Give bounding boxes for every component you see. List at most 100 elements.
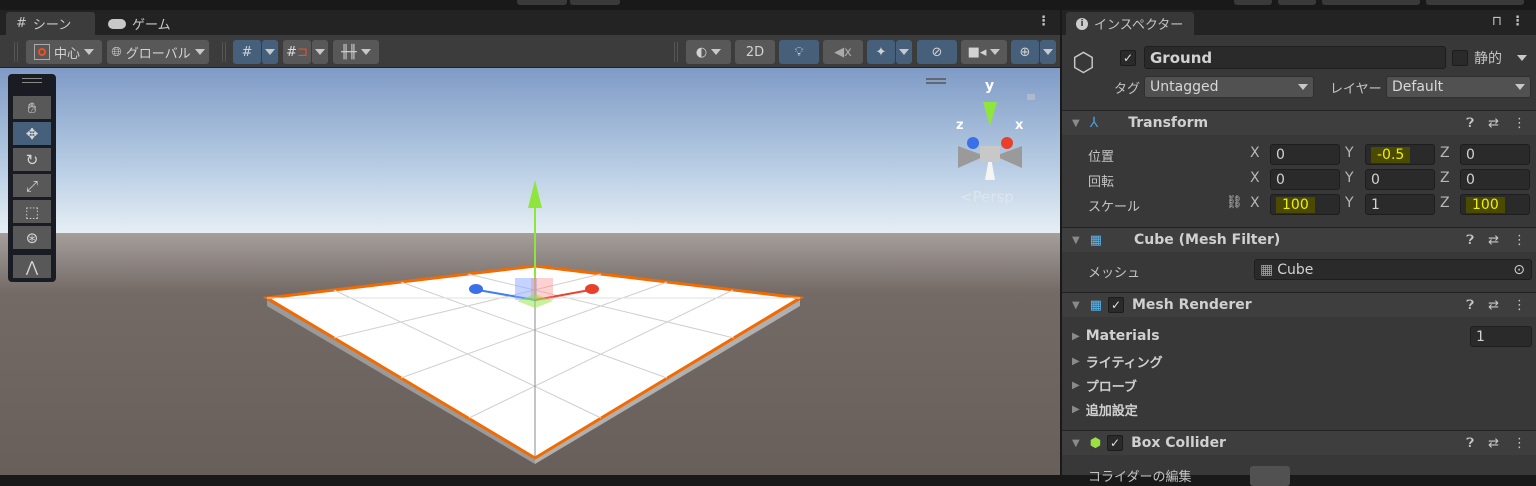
scale-z-input[interactable]: 100 xyxy=(1460,194,1530,215)
more-menu-icon[interactable]: ⋮ xyxy=(1513,116,1526,131)
rotate-tool[interactable]: ↻ xyxy=(13,148,51,171)
more-menu-icon[interactable]: ⋮ xyxy=(1513,298,1526,313)
more-menu-icon[interactable]: ⋮ xyxy=(1513,233,1526,248)
help-icon[interactable]: ❓︎ xyxy=(1466,436,1474,451)
help-icon[interactable]: ❓︎ xyxy=(1466,298,1474,313)
help-icon[interactable]: ❓︎ xyxy=(1466,116,1474,131)
toolbar-button[interactable] xyxy=(1322,0,1420,5)
projection-toggle[interactable]: <Persp xyxy=(960,188,1014,206)
audio-toggle[interactable]: ◀x xyxy=(823,40,863,64)
grid-snap-dropdown[interactable] xyxy=(262,40,278,64)
scale-y-input[interactable]: 1 xyxy=(1365,194,1435,215)
lighting-toggle[interactable]: 💡︎ xyxy=(779,40,819,64)
more-menu-icon[interactable]: ⋮ xyxy=(1037,14,1050,29)
toolbar-button[interactable] xyxy=(570,0,620,5)
mesh-renderer-header[interactable]: ▼ ▦ ✓ Mesh Renderer ❓︎ ⇄ ⋮ xyxy=(1062,292,1536,317)
rotation-z-input[interactable]: 0 xyxy=(1460,169,1530,190)
effects-dropdown[interactable] xyxy=(896,40,912,64)
inspector-panel: i インスペクター ⊓ ⋮ ⬡ ✓ Ground 静的 タグ Untagged … xyxy=(1062,10,1536,486)
hand-icon: ✋︎ xyxy=(27,98,37,117)
snap-toggle[interactable]: #⊐ xyxy=(283,40,311,64)
mesh-object-field[interactable]: ▦ Cube ⊙ xyxy=(1254,259,1532,280)
preset-icon[interactable]: ⇄ xyxy=(1488,436,1499,451)
foldout-triangle-icon[interactable]: ▼ xyxy=(1072,438,1080,449)
enabled-checkbox[interactable]: ✓ xyxy=(1107,435,1124,451)
rect-tool[interactable]: ⬚ xyxy=(13,200,51,223)
drag-handle[interactable] xyxy=(222,42,226,62)
help-icon[interactable]: ❓︎ xyxy=(1466,233,1474,248)
scene-viewport[interactable]: y x z <Persp ✋︎ ✥ ↻ ⤢ ⬚ ⊛ ⋀ xyxy=(0,68,1060,475)
section-foldout[interactable]: ▶ ライティング xyxy=(1072,352,1163,371)
rotation-y-input[interactable]: 0 xyxy=(1365,169,1435,190)
static-checkbox[interactable] xyxy=(1452,50,1468,66)
constrain-proportions-icon[interactable]: ⛓︎ xyxy=(1226,195,1243,210)
custom-tool[interactable]: ⋀ xyxy=(13,255,51,278)
drag-handle[interactable] xyxy=(22,78,42,83)
scale-tool[interactable]: ⤢ xyxy=(13,174,51,197)
gizmos-toggle[interactable]: ⊕ xyxy=(1011,40,1039,64)
tab-inspector[interactable]: i インスペクター xyxy=(1066,12,1194,35)
mesh-icon: ▦ xyxy=(1260,261,1274,278)
foldout-triangle-icon[interactable]: ▼ xyxy=(1072,235,1080,246)
toolbar-button[interactable] xyxy=(1426,0,1524,5)
transform-tool[interactable]: ⊛ xyxy=(13,226,51,249)
effects-toggle[interactable]: ✦ xyxy=(867,40,895,64)
edit-collider-button[interactable] xyxy=(1250,466,1290,486)
materials-foldout[interactable]: ▶ Materials xyxy=(1072,328,1160,344)
pivot-label: 中心 xyxy=(53,46,80,62)
chevron-down-icon xyxy=(1517,55,1527,61)
drag-handle[interactable] xyxy=(674,42,678,62)
hand-tool[interactable]: ✋︎ xyxy=(13,96,51,119)
move-x-arrow[interactable] xyxy=(585,284,599,294)
toolbar-button[interactable] xyxy=(517,0,567,5)
foldout-triangle-icon[interactable]: ▼ xyxy=(1072,118,1080,129)
draw-mode-dropdown[interactable]: ◐ xyxy=(686,40,731,64)
space-dropdown[interactable]: 🌐︎ グローバル xyxy=(107,40,209,64)
tab-scene[interactable]: # シーン xyxy=(6,12,95,35)
mesh-filter-header[interactable]: ▼ ▦ Cube (Mesh Filter) ❓︎ ⇄ ⋮ xyxy=(1062,227,1536,252)
lock-icon[interactable]: ⊓ xyxy=(1492,14,1502,29)
visibility-toggle[interactable]: ⊘ xyxy=(917,40,957,64)
position-x-input[interactable]: 0 xyxy=(1270,144,1340,165)
rotation-x-input[interactable]: 0 xyxy=(1270,169,1340,190)
tab-game[interactable]: ゲーム xyxy=(98,12,181,35)
active-checkbox[interactable]: ✓ xyxy=(1120,50,1136,66)
box-collider-header[interactable]: ▼ ⬢ ✓ Box Collider ❓︎ ⇄ ⋮ xyxy=(1062,430,1536,455)
section-foldout[interactable]: ▶ 追加設定 xyxy=(1072,400,1138,419)
drag-handle[interactable] xyxy=(14,42,18,62)
move-z-arrow[interactable] xyxy=(469,284,483,294)
preset-icon[interactable]: ⇄ xyxy=(1488,298,1499,313)
snap-dropdown[interactable] xyxy=(312,40,328,64)
transform-header[interactable]: ▼ ⅄ Transform ❓︎ ⇄ ⋮ xyxy=(1062,110,1536,135)
camera-dropdown[interactable]: ■◂ xyxy=(961,40,1007,64)
static-dropdown[interactable] xyxy=(1517,50,1527,65)
preset-icon[interactable]: ⇄ xyxy=(1488,233,1499,248)
2d-toggle[interactable]: 2D xyxy=(735,40,775,64)
gameobject-cube-icon[interactable]: ⬡ xyxy=(1072,48,1095,78)
foldout-triangle-icon[interactable]: ▼ xyxy=(1072,300,1080,311)
preset-icon[interactable]: ⇄ xyxy=(1488,116,1499,131)
more-menu-icon[interactable]: ⋮ xyxy=(1513,436,1526,451)
camera-icon: ■◂ xyxy=(967,44,987,60)
toolbar-button[interactable] xyxy=(1234,0,1272,5)
tag-dropdown[interactable]: Untagged xyxy=(1144,76,1314,98)
position-z-input[interactable]: 0 xyxy=(1460,144,1530,165)
toolbar-button[interactable] xyxy=(1278,0,1316,5)
pivot-dropdown[interactable]: 中心 xyxy=(26,40,102,64)
materials-count-input[interactable]: 1 xyxy=(1470,326,1532,347)
layer-dropdown[interactable]: Default xyxy=(1386,76,1531,98)
chevron-down-icon xyxy=(711,49,722,55)
move-tool[interactable]: ✥ xyxy=(13,122,51,145)
increment-snap-dropdown[interactable]: ╫╫ xyxy=(333,40,379,64)
more-menu-icon[interactable]: ⋮ xyxy=(1511,14,1524,29)
object-picker-icon[interactable]: ⊙ xyxy=(1513,262,1525,278)
scale-x-input[interactable]: 100 xyxy=(1270,194,1340,215)
name-input[interactable]: Ground xyxy=(1144,46,1446,69)
enabled-checkbox[interactable]: ✓ xyxy=(1108,297,1124,313)
globe-icon: 🌐︎ xyxy=(111,44,122,60)
grid-snap-toggle[interactable]: # xyxy=(233,40,261,64)
axis-label-x: X xyxy=(1250,145,1260,161)
section-foldout[interactable]: ▶ プローブ xyxy=(1072,376,1137,395)
gizmos-dropdown[interactable] xyxy=(1040,40,1056,64)
position-y-input[interactable]: -0.5 xyxy=(1365,144,1435,165)
